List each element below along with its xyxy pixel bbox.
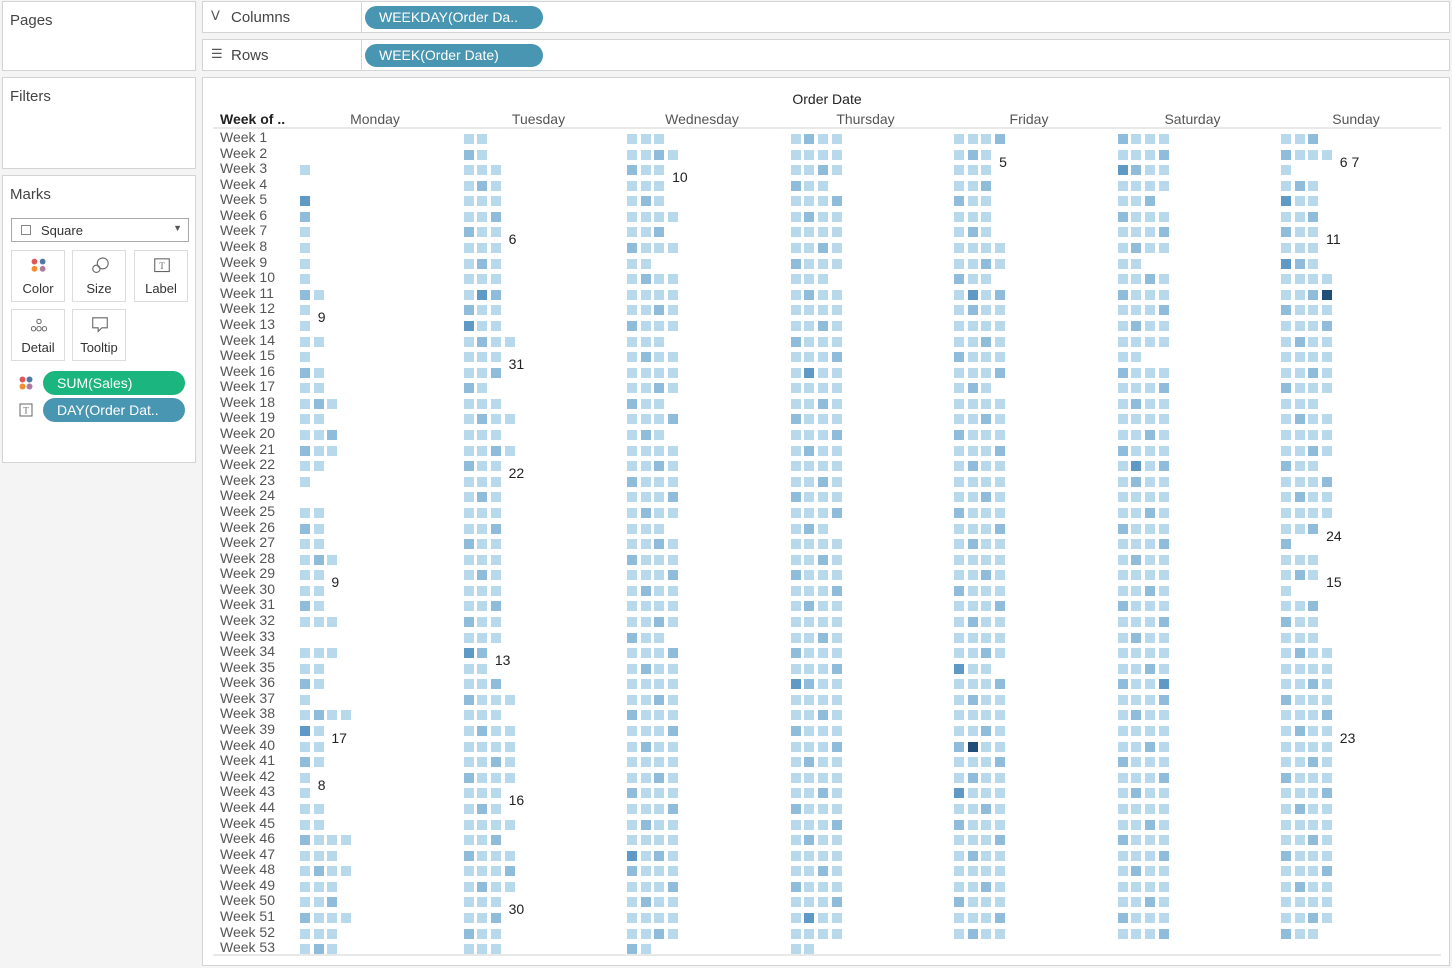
label-icon: T	[19, 403, 33, 417]
mark-type-label: Square	[41, 223, 83, 238]
filters-title: Filters	[10, 88, 51, 105]
rows-shelf[interactable]: ☰ Rows WEEK(Order Date)	[202, 39, 1450, 71]
marks-card: Marks Square ▼ Color Size T Label Detail…	[2, 175, 196, 463]
label-button[interactable]: T Label	[134, 250, 188, 302]
marks-title: Marks	[10, 186, 51, 203]
filters-panel[interactable]: Filters	[2, 77, 196, 169]
week-order-date-pill[interactable]: WEEK(Order Date)	[365, 44, 543, 67]
tooltip-button-label: Tooltip	[80, 340, 118, 355]
rows-icon: ☰	[211, 46, 223, 61]
color-button[interactable]: Color	[11, 250, 65, 302]
svg-text:T: T	[23, 406, 29, 416]
color-button-label: Color	[22, 281, 54, 296]
columns-label: Columns	[231, 9, 291, 26]
viz-lines	[213, 127, 1441, 956]
sum-sales-pill[interactable]: SUM(Sales)	[43, 371, 185, 395]
detail-button-label: Detail	[21, 340, 55, 355]
tooltip-button[interactable]: Tooltip	[72, 309, 126, 361]
shelf-divider	[361, 2, 362, 32]
size-button[interactable]: Size	[72, 250, 126, 302]
pages-title: Pages	[10, 12, 53, 29]
columns-shelf[interactable]: Ⅴ Columns WEEKDAY(Order Da..	[202, 1, 1450, 33]
detail-button[interactable]: Detail	[11, 309, 65, 361]
rows-label: Rows	[231, 47, 269, 64]
svg-text:T: T	[159, 261, 165, 271]
square-icon	[21, 225, 31, 235]
size-button-label: Size	[86, 281, 112, 296]
viz-canvas[interactable]: Order Date Week of .. Monday Tuesday Wedne…	[202, 77, 1450, 966]
weekday-order-date-pill[interactable]: WEEKDAY(Order Da..	[365, 6, 543, 29]
day-order-date-pill[interactable]: DAY(Order Dat..	[43, 398, 185, 422]
pages-panel[interactable]: Pages	[2, 1, 196, 71]
mark-type-dropdown[interactable]: Square ▼	[11, 218, 189, 242]
label-button-label: Label	[145, 281, 177, 296]
label-icon: T	[154, 258, 170, 273]
detail-icon	[30, 318, 48, 332]
shelf-divider	[361, 40, 362, 70]
color-icon	[19, 376, 33, 390]
color-icon	[31, 258, 46, 272]
chevron-down-icon: ▼	[173, 223, 182, 233]
tooltip-icon	[92, 317, 108, 333]
size-icon	[92, 257, 109, 273]
columns-icon: Ⅴ	[211, 8, 220, 23]
